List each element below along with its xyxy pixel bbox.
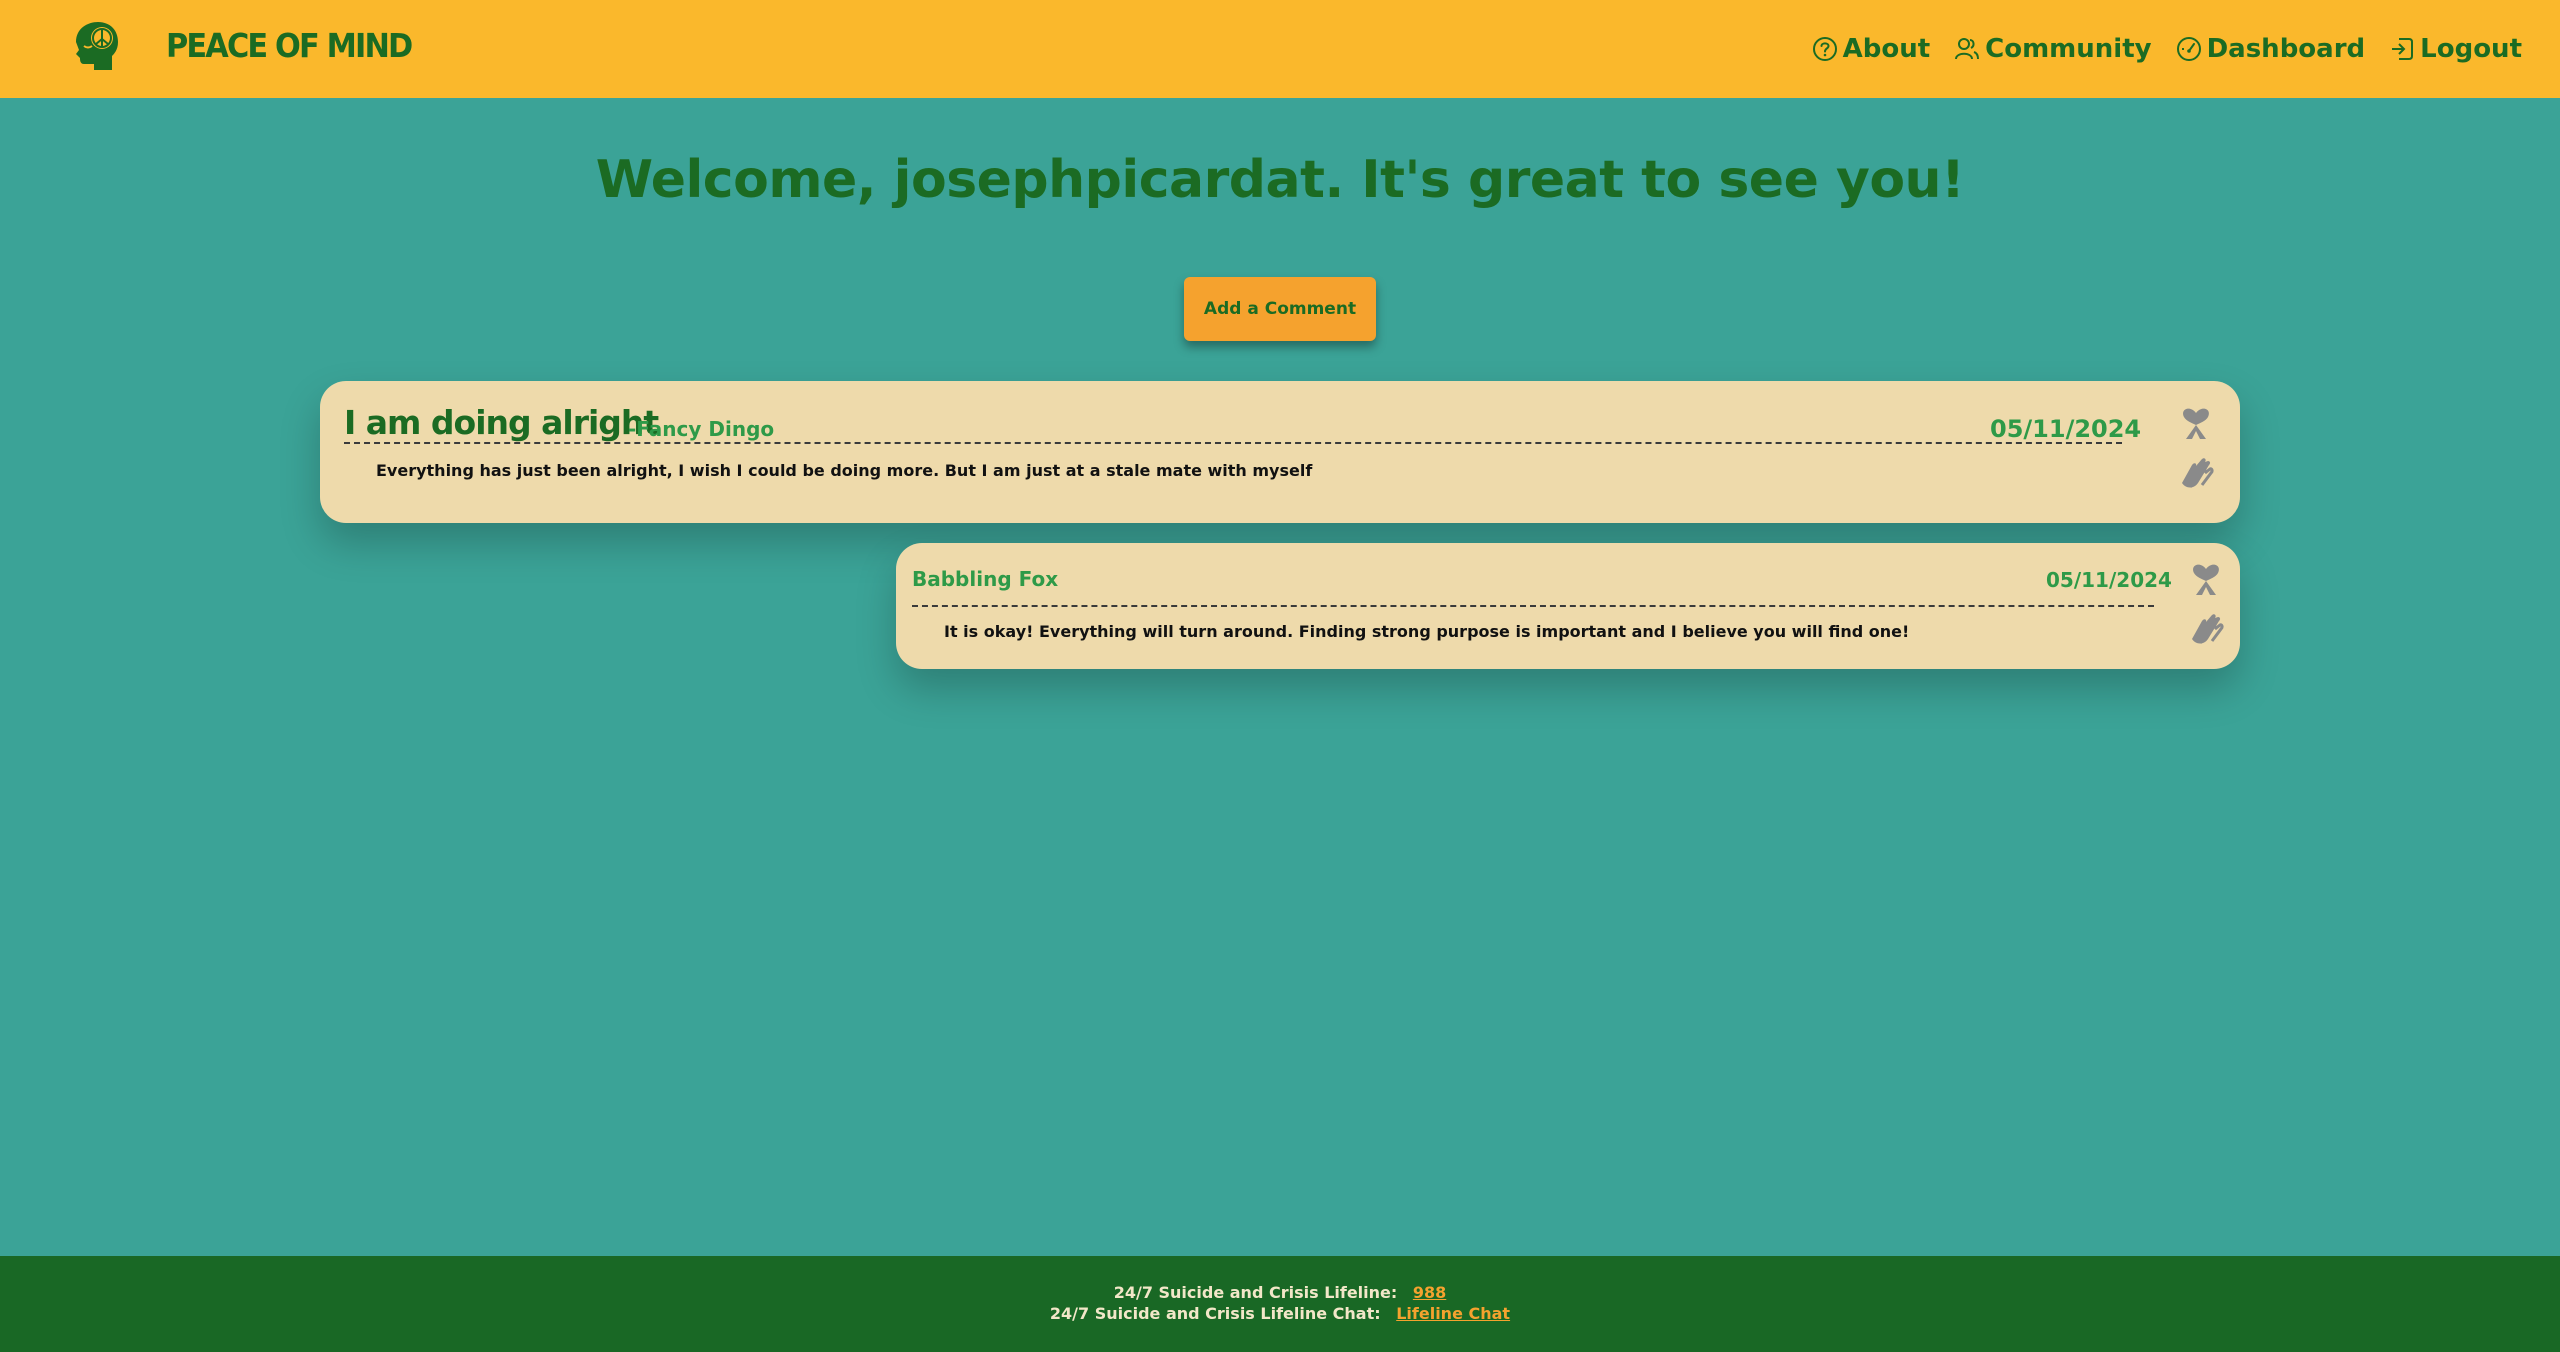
question-circle-icon [1812, 37, 1837, 61]
lifeline-chat-link[interactable]: Lifeline Chat [1396, 1304, 1510, 1323]
peace-head-logo-icon[interactable] [70, 20, 124, 72]
post-body: Everything has just been alright, I wish… [376, 461, 1313, 480]
nav-community-label: Community [1985, 34, 2152, 64]
post-date: 05/11/2024 [1990, 415, 2142, 443]
add-comment-button[interactable]: Add a Comment [1184, 277, 1376, 341]
clapping-hands-icon [2182, 458, 2214, 488]
reply-author: Babbling Fox [912, 567, 1059, 591]
main-nav: About Community Dashboard Logout [1812, 30, 2522, 68]
logout-icon [2392, 38, 2414, 60]
nav-about[interactable]: About [1812, 30, 1931, 68]
site-header: PEACE OF MIND About Community Dashboard … [0, 0, 2560, 98]
post-title: I am doing alright [344, 403, 659, 442]
page-title: Welcome, josephpicardat. It's great to s… [595, 150, 1965, 210]
post-support-button[interactable] [2174, 401, 2218, 445]
lifeline-number-link[interactable]: 988 [1413, 1283, 1446, 1302]
lifeline-label: 24/7 Suicide and Crisis Lifeline: [1113, 1283, 1398, 1302]
hug-ribbon-icon [2193, 564, 2219, 595]
hug-ribbon-icon [2183, 408, 2209, 439]
reply-divider [912, 605, 2154, 607]
nav-community[interactable]: Community [1954, 30, 2152, 68]
nav-logout-label: Logout [2420, 34, 2522, 64]
post-reactions [2174, 401, 2218, 495]
reply-reactions [2184, 557, 2228, 651]
clapping-hands-icon [2192, 614, 2224, 644]
nav-about-label: About [1842, 34, 1931, 64]
lifeline-chat-line: 24/7 Suicide and Crisis Lifeline Chat: L… [0, 1304, 2560, 1323]
post-author: -Fancy Dingo [628, 417, 775, 441]
reply-support-button[interactable] [2184, 557, 2228, 601]
site-footer: 24/7 Suicide and Crisis Lifeline: 988 24… [0, 1256, 2560, 1352]
nav-logout[interactable]: Logout [2389, 30, 2522, 68]
reply-body: It is okay! Everything will turn around.… [944, 622, 1910, 641]
nav-dashboard[interactable]: Dashboard [2176, 30, 2366, 68]
people-icon [1955, 38, 1980, 60]
post-divider [344, 442, 2122, 444]
lifeline-line: 24/7 Suicide and Crisis Lifeline: 988 [0, 1283, 2560, 1302]
lifeline-chat-label: 24/7 Suicide and Crisis Lifeline Chat: [1049, 1304, 1381, 1323]
gauge-icon [2176, 37, 2201, 61]
post-clap-button[interactable] [2174, 451, 2218, 495]
post-card: I am doing alright -Fancy Dingo 05/11/20… [320, 381, 2240, 523]
reply-date: 05/11/2024 [2046, 568, 2172, 592]
reply-card: Babbling Fox 05/11/2024 It is okay! Ever… [896, 543, 2240, 669]
reply-clap-button[interactable] [2184, 607, 2228, 651]
nav-dashboard-label: Dashboard [2206, 34, 2366, 64]
brand-name[interactable]: PEACE OF MIND [166, 26, 413, 65]
